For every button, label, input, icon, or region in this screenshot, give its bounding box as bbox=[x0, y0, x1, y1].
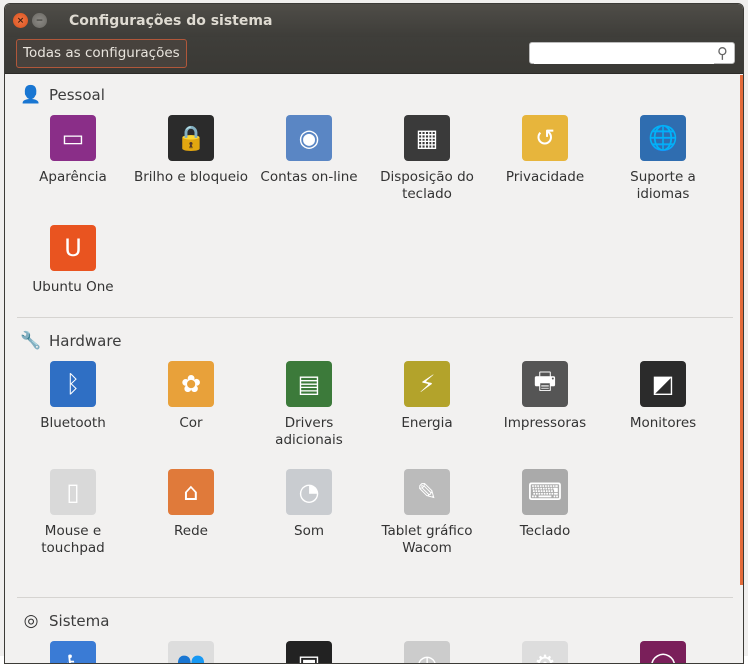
settings-item-impressoras[interactable]: 🖶 Impressoras bbox=[487, 361, 603, 432]
drivers-icon: ▤ bbox=[286, 361, 332, 407]
details-icon: ⚙ bbox=[522, 641, 568, 663]
privacy-icon: ↺ bbox=[522, 115, 568, 161]
person-icon: 👤 bbox=[20, 85, 42, 105]
search-box[interactable]: ⚲ bbox=[529, 42, 735, 64]
settings-item-monitores[interactable]: ◩ Monitores bbox=[605, 361, 721, 432]
item-label: Privacidade bbox=[505, 169, 585, 185]
section-title: Pessoal bbox=[49, 86, 105, 104]
close-button[interactable]: × bbox=[13, 13, 28, 28]
search-icon: ⚲ bbox=[717, 44, 728, 62]
appearance-icon: ▭ bbox=[50, 115, 96, 161]
display-layout-icon: ▦ bbox=[404, 115, 450, 161]
item-label: Monitores bbox=[629, 415, 697, 431]
item-label: Rede bbox=[174, 523, 208, 539]
item-label: Ubuntu One bbox=[32, 279, 114, 295]
section-divider bbox=[17, 597, 733, 598]
mouse-icon: ▯ bbox=[50, 469, 96, 515]
network-icon: ⌂ bbox=[168, 469, 214, 515]
bluetooth-icon: ᛒ bbox=[50, 361, 96, 407]
window-title: Configurações do sistema bbox=[69, 12, 273, 29]
item-label: Suporte a idiomas bbox=[630, 169, 696, 202]
settings-item-contas-on-line[interactable]: ◉ Contas on-line bbox=[251, 115, 367, 186]
accessibility-icon: ♿ bbox=[50, 641, 96, 663]
settings-item-energia[interactable]: ⚡ Energia bbox=[369, 361, 485, 432]
ubuntu-one-icon: U bbox=[50, 225, 96, 271]
item-label: Brilho e bloqueio bbox=[133, 169, 249, 185]
item-label: Cor bbox=[179, 415, 203, 431]
online-accounts-icon: ◉ bbox=[286, 115, 332, 161]
sound-icon: ◔ bbox=[286, 469, 332, 515]
wacom-tablet-icon: ✎ bbox=[404, 469, 450, 515]
settings-item-privacidade[interactable]: ↺ Privacidade bbox=[487, 115, 603, 186]
wrench-icon: 🔧 bbox=[20, 331, 42, 351]
settings-item-rede[interactable]: ⌂ Rede bbox=[133, 469, 249, 540]
settings-item-ubuntu-one[interactable]: U Ubuntu One bbox=[15, 225, 131, 296]
power-icon: ⚡ bbox=[404, 361, 450, 407]
settings-item-teclado[interactable]: ⌨ Teclado bbox=[487, 469, 603, 540]
section-header-pessoal: 👤 Pessoal bbox=[20, 85, 105, 105]
minimize-button[interactable]: − bbox=[32, 13, 47, 28]
all-settings-button[interactable]: Todas as configurações bbox=[16, 39, 187, 68]
search-input[interactable] bbox=[534, 44, 714, 64]
settings-grid: 👤 Pessoal ▭ Aparência 🔒 Brilho e bloqueio ◉ Con… bbox=[5, 75, 743, 663]
settings-item-suporte-a-idiomas[interactable]: 🌐 Suporte a idiomas bbox=[605, 115, 721, 203]
ubuntu-logo-icon: ◎ bbox=[23, 611, 39, 631]
section-divider bbox=[17, 317, 733, 318]
section-header-hardware: 🔧 Hardware bbox=[20, 331, 122, 351]
title-bar: × − Configurações do sistema bbox=[5, 4, 743, 37]
settings-item-details[interactable]: ⚙ bbox=[487, 641, 603, 663]
settings-item-disposição-do-teclado[interactable]: ▦ Disposição do teclado bbox=[369, 115, 485, 203]
settings-item-time-date[interactable]: ◷ bbox=[369, 641, 485, 663]
backup-icon: ▣ bbox=[286, 641, 332, 663]
software-updates-icon: ◯ bbox=[640, 641, 686, 663]
section-title: Hardware bbox=[49, 332, 122, 350]
settings-item-software-updates[interactable]: ◯ bbox=[605, 641, 721, 663]
item-label: Energia bbox=[401, 415, 453, 431]
printer-icon: 🖶 bbox=[522, 361, 568, 407]
item-label: Som bbox=[294, 523, 324, 539]
item-label: Contas on-line bbox=[260, 169, 358, 185]
settings-item-cor[interactable]: ✿ Cor bbox=[133, 361, 249, 432]
settings-item-drivers-adicionais[interactable]: ▤ Drivers adicionais bbox=[251, 361, 367, 449]
item-label: Disposição do teclado bbox=[380, 169, 474, 202]
settings-item-bluetooth[interactable]: ᛒ Bluetooth bbox=[15, 361, 131, 432]
settings-item-brilho-e-bloqueio[interactable]: 🔒 Brilho e bloqueio bbox=[133, 115, 249, 186]
monitor-icon: ◩ bbox=[640, 361, 686, 407]
settings-window: × − Configurações do sistema Todas as co… bbox=[4, 3, 744, 664]
settings-item-users[interactable]: 👥 bbox=[133, 641, 249, 663]
users-icon: 👥 bbox=[168, 641, 214, 663]
item-label: Mouse e touchpad bbox=[41, 523, 105, 556]
settings-item-som[interactable]: ◔ Som bbox=[251, 469, 367, 540]
settings-item-mouse-e-touchpad[interactable]: ▯ Mouse e touchpad bbox=[15, 469, 131, 557]
settings-item-tablet-gráfico-wacom[interactable]: ✎ Tablet gráfico Wacom bbox=[369, 469, 485, 557]
item-label: Bluetooth bbox=[40, 415, 106, 431]
toolbar: Todas as configurações ⚲ bbox=[5, 37, 743, 74]
color-icon: ✿ bbox=[168, 361, 214, 407]
lock-screen-icon: 🔒 bbox=[168, 115, 214, 161]
item-label: Teclado bbox=[519, 523, 571, 539]
language-icon: 🌐 bbox=[640, 115, 686, 161]
section-title: Sistema bbox=[49, 612, 110, 630]
settings-item-aparência[interactable]: ▭ Aparência bbox=[15, 115, 131, 186]
settings-item-backup[interactable]: ▣ bbox=[251, 641, 367, 663]
item-label: Drivers adicionais bbox=[275, 415, 343, 448]
keyboard-icon: ⌨ bbox=[522, 469, 568, 515]
time-date-icon: ◷ bbox=[404, 641, 450, 663]
section-header-sistema: ◎ Sistema bbox=[21, 611, 110, 631]
item-label: Aparência bbox=[39, 169, 107, 185]
item-label: Impressoras bbox=[503, 415, 587, 431]
item-label: Tablet gráfico Wacom bbox=[381, 523, 473, 556]
settings-item-accessibility[interactable]: ♿ bbox=[15, 641, 131, 663]
